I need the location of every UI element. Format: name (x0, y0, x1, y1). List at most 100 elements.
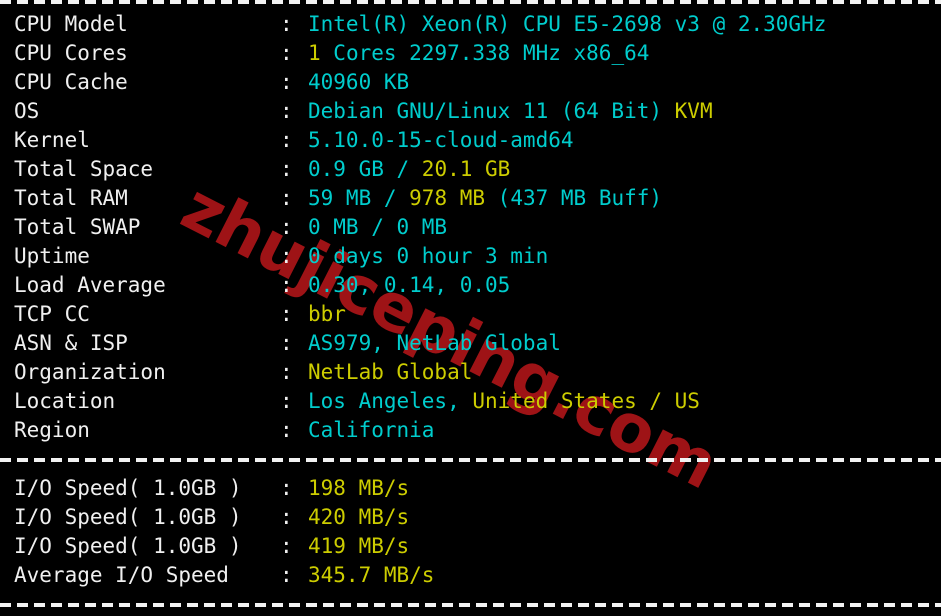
value-segment: 0.30, 0.14, 0.05 (308, 273, 511, 297)
row-colon: : (280, 157, 293, 181)
value-segment: 345.7 MB/s (308, 563, 435, 587)
value-segment: NetLab Global (308, 360, 473, 384)
row-label: Average I/O Speed (14, 563, 229, 587)
row-value: 1 Cores 2297.338 MHz x86_64 (308, 41, 649, 65)
value-segment: United States / US (472, 389, 700, 413)
info-row-total-swap-7: Total SWAP:0 MB / 0 MB (0, 213, 941, 242)
row-label: Organization (14, 360, 166, 384)
value-segment: 0 MB / 0 MB (308, 215, 448, 239)
row-value: 0 MB / 0 MB (308, 215, 447, 239)
row-colon: : (280, 534, 293, 558)
row-value: 40960 KB (308, 70, 409, 94)
value-segment: 0.9 GB / (308, 157, 422, 181)
value-segment: 1 (308, 41, 334, 65)
value-segment: 0 days 0 hour 3 min (308, 244, 549, 268)
row-colon: : (280, 99, 293, 123)
row-value: 420 MB/s (308, 505, 409, 529)
info-row-uptime-8: Uptime:0 days 0 hour 3 min (0, 242, 941, 271)
row-colon: : (280, 128, 293, 152)
io-speed-section: I/O Speed( 1.0GB ):198 MB/s I/O Speed( 1.… (0, 474, 941, 590)
value-segment: 20.1 GB (421, 157, 511, 181)
info-row-load-average-9: Load Average:0.30, 0.14, 0.05 (0, 271, 941, 300)
info-row-i-o-speed-1-0gb-1: I/O Speed( 1.0GB ):420 MB/s (0, 503, 941, 532)
row-label: Total RAM (14, 186, 128, 210)
row-colon: : (280, 563, 293, 587)
value-segment: Los Angeles, (308, 389, 473, 413)
row-value: AS979, NetLab Global (308, 331, 561, 355)
row-label: CPU Cores (14, 41, 128, 65)
value-segment: 978 MB (409, 186, 498, 210)
row-label: Total SWAP (14, 215, 141, 239)
info-row-cpu-cache-2: CPU Cache:40960 KB (0, 68, 941, 97)
row-value: 5.10.0-15-cloud-amd64 (308, 128, 574, 152)
info-row-organization-12: Organization: NetLab Global (0, 358, 941, 387)
row-label: Kernel (14, 128, 90, 152)
row-label: CPU Model (14, 12, 128, 36)
row-label: Total Space (14, 157, 154, 181)
info-row-i-o-speed-1-0gb: I/O Speed( 1.0GB ):198 MB/s (0, 474, 941, 503)
row-label: Uptime (14, 244, 90, 268)
row-value: 0.9 GB / 20.1 GB (308, 157, 510, 181)
row-value: bbr (308, 302, 346, 326)
value-segment: (437 MB Buff) (497, 186, 663, 210)
info-row-location-13: Location: Los Angeles, United States / US (0, 387, 941, 416)
separator-line-bottom (0, 590, 941, 616)
row-colon: : (280, 273, 293, 297)
row-value: 198 MB/s (308, 476, 409, 500)
info-row-kernel-4: Kernel:5.10.0-15-cloud-amd64 (0, 126, 941, 155)
row-label: TCP CC (14, 302, 90, 326)
value-segment: AS979, NetLab Global (308, 331, 561, 355)
separator-line-top (0, 0, 941, 10)
row-label: I/O Speed( 1.0GB ) (14, 476, 242, 500)
row-value: Los Angeles, United States / US (308, 389, 700, 413)
value-segment: KVM (674, 99, 713, 123)
row-value: 345.7 MB/s (308, 563, 434, 587)
row-label: OS (14, 99, 40, 123)
row-label: I/O Speed( 1.0GB ) (14, 534, 242, 558)
row-label: Location (14, 389, 116, 413)
row-label: CPU Cache (14, 70, 128, 94)
row-colon: : (280, 505, 293, 529)
terminal-window: zhujiceping.com CPU Model: Intel(R) Xeon(… (0, 0, 941, 616)
row-value: Debian GNU/Linux 11 (64 Bit) KVM (308, 99, 713, 123)
row-label: Region (14, 418, 90, 442)
row-colon: : (280, 331, 293, 355)
info-row-asn-isp-11: ASN & ISP: AS979, NetLab Global (0, 329, 941, 358)
row-colon: : (280, 215, 293, 239)
row-value: 0.30, 0.14, 0.05 (308, 273, 510, 297)
info-row-i-o-speed-1-0gb-2: I/O Speed( 1.0GB ):419 MB/s (0, 532, 941, 561)
system-info-section: CPU Model: Intel(R) Xeon(R) CPU E5-2698 v… (0, 10, 941, 445)
info-row-cpu-model: CPU Model: Intel(R) Xeon(R) CPU E5-2698 v… (0, 10, 941, 39)
row-value: 59 MB / 978 MB (437 MB Buff) (308, 186, 662, 210)
row-colon: : (280, 476, 293, 500)
terminal-content: CPU Model: Intel(R) Xeon(R) CPU E5-2698 v… (0, 0, 941, 616)
value-segment: 198 MB/s (308, 476, 410, 500)
row-colon: : (280, 12, 293, 36)
row-value: NetLab Global (308, 360, 472, 384)
row-colon: : (280, 418, 293, 442)
row-value: Intel(R) Xeon(R) CPU E5-2698 v3 @ 2.30GH… (308, 12, 826, 36)
row-label: I/O Speed( 1.0GB ) (14, 505, 242, 529)
row-colon: : (280, 70, 293, 94)
row-colon: : (280, 389, 293, 413)
row-colon: : (280, 302, 293, 326)
separator-rule (0, 0, 941, 4)
separator-rule (0, 458, 941, 462)
value-segment: Debian GNU/Linux 11 (64 Bit) (308, 99, 675, 123)
row-colon: : (280, 186, 293, 210)
separator-line-middle (0, 445, 941, 474)
info-row-tcp-cc-10: TCP CC: bbr (0, 300, 941, 329)
row-colon: : (280, 244, 293, 268)
value-segment: 59 MB / (308, 186, 410, 210)
row-value: 419 MB/s (308, 534, 409, 558)
row-label: Load Average (14, 273, 166, 297)
row-value: 0 days 0 hour 3 min (308, 244, 548, 268)
value-segment: 40960 KB (308, 70, 410, 94)
info-row-os-3: OS: Debian GNU/Linux 11 (64 Bit) KVM (0, 97, 941, 126)
value-segment: Intel(R) Xeon(R) CPU E5-2698 v3 @ 2.30GH… (308, 12, 827, 36)
value-segment: 5.10.0-15-cloud-amd64 (308, 128, 574, 152)
row-colon: : (280, 41, 293, 65)
info-row-average-i-o-speed-3: Average I/O Speed:345.7 MB/s (0, 561, 941, 590)
info-row-cpu-cores-1: CPU Cores:1 Cores 2297.338 MHz x86_64 (0, 39, 941, 68)
row-colon: : (280, 360, 293, 384)
